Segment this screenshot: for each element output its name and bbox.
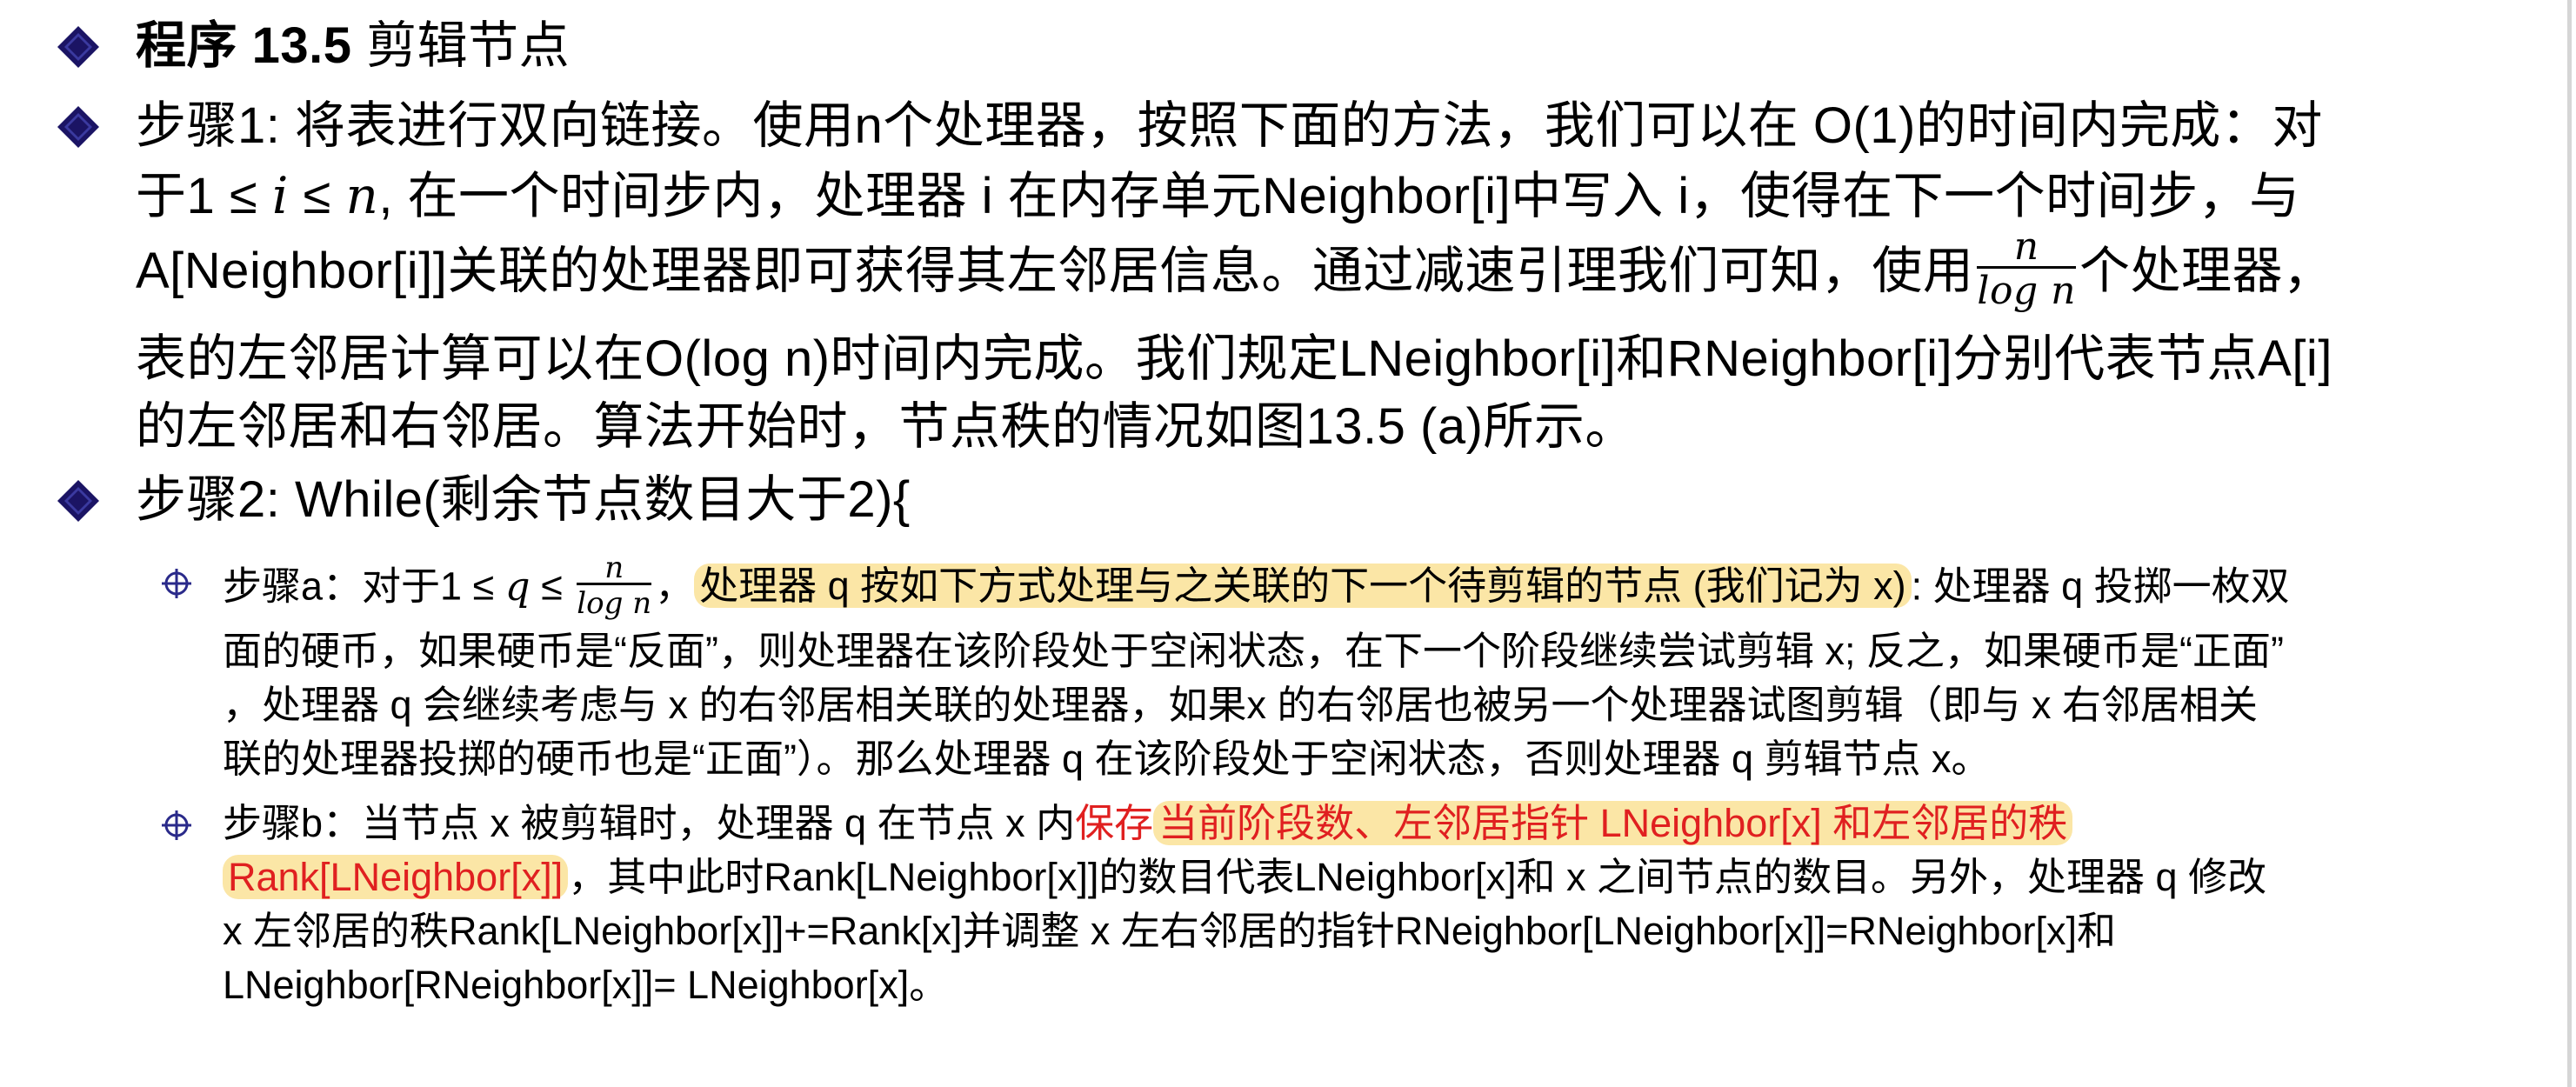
step1-line-4: 表的左邻居计算可以在O(log n)时间内完成。我们规定LNeighbor[i]… (136, 330, 2332, 387)
math-var-n: n (345, 166, 379, 225)
fraction-numerator: n (604, 550, 624, 585)
fraction-denominator: log n (1977, 266, 2076, 310)
page-title: 程序 13.5 剪辑节点 (136, 12, 570, 80)
circle-cross-bullet-icon (162, 810, 191, 840)
step1-line-5: 的左邻居和右邻居。算法开始时，节点秩的情况如图13.5 (a)所示。 (136, 398, 1636, 455)
step-b-line-2: Rank[LNeighbor[x]] ，其中此时Rank[LNeighbor[x]… (223, 850, 2266, 904)
fraction-n-over-log-n: n log n (1977, 228, 2076, 310)
highlighted-text: 处理器 q 按如下方式处理与之关联的下一个待剪辑的节点 (我们记为 x) (694, 564, 1912, 609)
step-a-line-4: 联的处理器投掷的硬币也是“正面”）。那么处理器 q 在该阶段处于空闲状态，否则处… (223, 737, 1991, 781)
step-b-line-3: x 左邻居的秩Rank[LNeighbor[x]]+=Rank[x]并调整 x … (223, 909, 2116, 953)
text-span: , 在一个时间步内，处理器 i 在内存单元Neighbor[i]中写入 i，使得… (378, 168, 2300, 224)
text-span: ，其中此时Rank[LNeighbor[x]]的数目代表LNeighbor[x]… (568, 855, 2267, 899)
text-span: ≤ (530, 564, 574, 609)
step-a-line-3: ，处理器 q 会继续考虑与 x 的右邻居相关联的处理器，如果x 的右邻居也被另一… (223, 683, 2259, 727)
diamond-bullet-icon (57, 480, 99, 522)
circle-cross-bullet-icon (162, 569, 191, 598)
math-var-q: q (504, 563, 531, 610)
step1-line-2: 于1 ≤ i ≤ n, 在一个时间步内，处理器 i 在内存单元Neighbor[… (136, 162, 2300, 230)
step-b-line-1: 步骤b：当节点 x 被剪辑时，处理器 q 在节点 x 内保存 当前阶段数、左邻居指… (223, 797, 2073, 850)
fraction-n-over-log-n: n log n (577, 550, 652, 618)
red-text: 保存 (1075, 801, 1154, 845)
highlighted-red-text: 当前阶段数、左邻居指针 LNeighbor[x] 和左邻居的秩 (1153, 801, 2073, 845)
program-number: 程序 13.5 (136, 17, 352, 74)
step-a-line-2: 面的硬币，如果硬币是“反面”，则处理器在该阶段处于空闲状态，在下一个阶段继续尝试… (223, 629, 2284, 673)
fraction-numerator: n (2013, 224, 2039, 269)
step1-line-1: 步骤1: 将表进行双向链接。使用n个处理器，按照下面的方法，我们可以在 O(1)… (136, 97, 2323, 154)
step2-line-1: 步骤2: While(剩余节点数目大于2){ (136, 471, 911, 528)
page-edge-line (2567, 0, 2572, 1087)
step1-line-3: A[Neighbor[i]]关联的处理器即可获得其左邻居信息。通过减速引理我们可… (136, 228, 2334, 316)
diamond-bullet-icon (57, 26, 99, 68)
text-span: : 处理器 q 投掷一枚双 (1911, 564, 2290, 609)
text-span: A[Neighbor[i]]关联的处理器即可获得其左邻居信息。通过减速引理我们可… (136, 242, 1974, 299)
text-span: 步骤a：对于1 ≤ (223, 564, 505, 609)
text-span: 于1 ≤ (136, 168, 272, 224)
step-a-line-1: 步骤a：对于1 ≤ q ≤ n log n，处理器 q 按如下方式处理与之关联的下… (223, 553, 2290, 622)
highlighted-red-text: Rank[LNeighbor[x]] (223, 855, 569, 899)
text-span: ≤ (288, 168, 346, 224)
math-var-i: i (271, 166, 289, 225)
program-name: 剪辑节点 (351, 17, 571, 74)
step-b-line-4: LNeighbor[RNeighbor[x]]= LNeighbor[x]。 (223, 963, 949, 1007)
text-span: 个处理器， (2079, 242, 2334, 299)
fraction-denominator: log n (577, 583, 652, 618)
text-span: 步骤b：当节点 x 被剪辑时，处理器 q 在节点 x 内 (223, 801, 1076, 845)
text-span: ， (655, 564, 695, 609)
diamond-bullet-icon (57, 106, 99, 148)
